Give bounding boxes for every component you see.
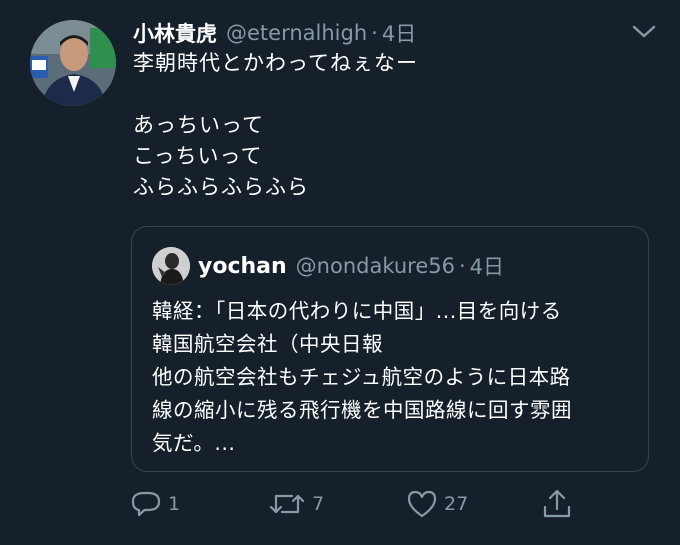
chevron-down-icon bbox=[632, 25, 656, 38]
tweet-actions: 1 7 27 bbox=[130, 484, 580, 524]
share-icon bbox=[543, 489, 571, 518]
quoted-tweet-line: 韓国航空会社（中央日報 bbox=[152, 332, 383, 356]
quoted-author-name[interactable]: yochan bbox=[198, 254, 287, 279]
quoted-author-handle[interactable]: @nondakure56 bbox=[296, 254, 455, 278]
quoted-tweet-line: 韓経：「日本の代わりに中国」...目を向ける bbox=[152, 299, 562, 323]
like-count: 27 bbox=[444, 493, 469, 515]
retweet-count: 7 bbox=[312, 493, 325, 515]
author-name[interactable]: 小林貴虎 bbox=[133, 18, 217, 48]
quoted-tweet-header: yochan @nondakure56 · 4日 bbox=[198, 249, 638, 283]
quoted-tweet-line: 線の縮小に残る飛行機を中国路線に回す雰囲 bbox=[152, 398, 572, 422]
tweet-header: 小林貴虎 @eternalhigh · 4日 bbox=[133, 16, 600, 50]
share-button[interactable] bbox=[542, 484, 572, 524]
heart-icon bbox=[407, 490, 437, 518]
reply-button[interactable]: 1 bbox=[130, 484, 180, 524]
reply-icon bbox=[131, 491, 161, 517]
quoted-author-photo bbox=[152, 247, 190, 285]
tweet-line: あっちいって bbox=[133, 113, 264, 137]
quoted-tweet-line: 気だ。... bbox=[152, 431, 236, 455]
tweet-line: ふらふらふらふら bbox=[133, 175, 309, 199]
tweet-line: 李朝時代とかわってねぇなー bbox=[133, 51, 418, 75]
retweet-button[interactable]: 7 bbox=[268, 484, 324, 524]
tweet-timestamp[interactable]: 4日 bbox=[382, 18, 416, 48]
header-separator: · bbox=[371, 21, 378, 45]
like-button[interactable]: 27 bbox=[406, 484, 468, 524]
quoted-tweet-timestamp[interactable]: 4日 bbox=[470, 251, 504, 281]
author-handle[interactable]: @eternalhigh bbox=[226, 21, 367, 45]
reply-count: 1 bbox=[168, 493, 181, 515]
tweet-text: 李朝時代とかわってねぇなー あっちいって こっちいって ふらふらふらふら bbox=[133, 48, 653, 203]
author-avatar[interactable] bbox=[30, 20, 116, 106]
quoted-author-avatar[interactable] bbox=[152, 247, 190, 285]
retweet-icon bbox=[269, 494, 305, 514]
quoted-header-separator: · bbox=[458, 254, 466, 278]
quoted-tweet-text: 韓経：「日本の代わりに中国」...目を向ける 韓国航空会社（中央日報 他の航空会… bbox=[152, 295, 642, 460]
tweet-line: こっちいって bbox=[133, 144, 263, 168]
quoted-tweet-line: 他の航空会社もチェジュ航空のように日本路 bbox=[152, 365, 571, 389]
tweet-menu-button[interactable] bbox=[628, 20, 660, 44]
author-photo bbox=[30, 20, 116, 106]
quoted-tweet[interactable]: yochan @nondakure56 · 4日 韓経：「日本の代わりに中国」.… bbox=[131, 226, 649, 472]
